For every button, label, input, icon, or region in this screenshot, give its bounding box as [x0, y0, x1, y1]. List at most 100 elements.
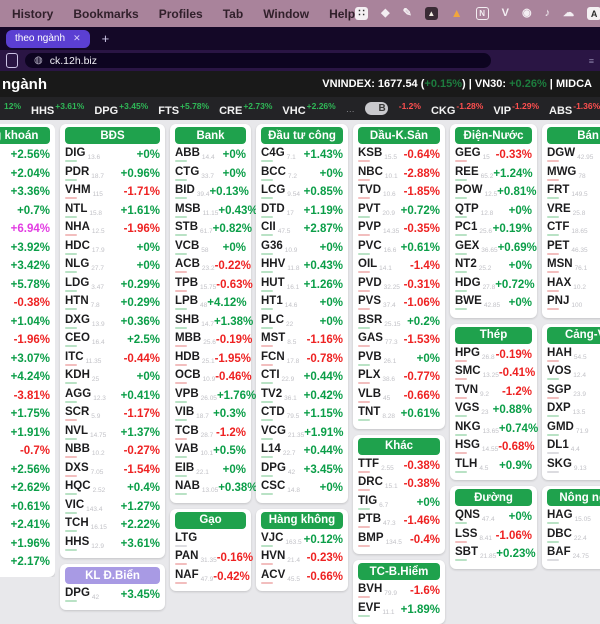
- ticker-row[interactable]: SBT21.85+0.23%: [455, 545, 532, 564]
- menu-item-bookmarks[interactable]: Bookmarks: [73, 7, 138, 21]
- ticker-row[interactable]: DPG42+3.45%: [65, 586, 160, 605]
- ticker-row[interactable]: GEG15-0.33%: [455, 146, 532, 165]
- ticker-row[interactable]: EIB22.1+0%: [175, 461, 246, 480]
- ticker-row[interactable]: ABB14.4+0%: [175, 146, 246, 165]
- ticker-row[interactable]: HHS12.9+3.61%: [65, 535, 160, 554]
- ticker-row[interactable]: NHA12.5-1.96%: [65, 220, 160, 239]
- ticker-row[interactable]: TCH16.15+2.22%: [65, 516, 160, 535]
- ticker-row[interactable]: SCR5.9-1.17%: [65, 405, 160, 424]
- ticker-row[interactable]: G3610.9+0%: [261, 239, 343, 258]
- notes-icon[interactable]: N: [476, 7, 489, 20]
- ticker-row[interactable]: +2.62%: [0, 479, 50, 498]
- ticker-row[interactable]: PVD32.25-0.31%: [358, 276, 440, 295]
- ticker-row[interactable]: LPB48+4.12%: [175, 294, 246, 313]
- ticker-row[interactable]: TPB15.75-0.63%: [175, 276, 246, 295]
- sector-header[interactable]: Đầu tư công: [261, 127, 343, 144]
- ticker-row[interactable]: DXS7.05-1.54%: [65, 461, 160, 480]
- ticker-row[interactable]: NKG13.65+0.74%: [455, 420, 532, 439]
- ticker-row[interactable]: HUT16.1+1.26%: [261, 276, 343, 295]
- ticker-row[interactable]: DPG42+3.45%: [261, 461, 343, 480]
- ticker-row[interactable]: NBB10.2-0.27%: [65, 442, 160, 461]
- ticker-row[interactable]: +2.56%: [0, 146, 50, 165]
- ticker-row[interactable]: SHB14.7+1.38%: [175, 313, 246, 332]
- ticker-row[interactable]: SGP23.9-0: [547, 383, 600, 402]
- ticker-row[interactable]: MSN76.1-0: [547, 257, 600, 276]
- ticker-row[interactable]: DXG13.9+0.36%: [65, 313, 160, 332]
- ticker-row[interactable]: AGG12.3+0.41%: [65, 387, 160, 406]
- ticker-row[interactable]: BID39.4+0.13%: [175, 183, 246, 202]
- tab-theo-nganh[interactable]: theo ngành ✕: [6, 30, 90, 48]
- sector-header[interactable]: Nông nghiệp: [547, 489, 600, 506]
- ticker-strip-item[interactable]: CKG-1.28%: [431, 101, 483, 117]
- ticker-row[interactable]: CTG33.7+0%: [175, 165, 246, 184]
- ticker-row[interactable]: ITC11.35-0.44%: [65, 350, 160, 369]
- ticker-row[interactable]: DBC22.4+0: [547, 527, 600, 546]
- menu-item-history[interactable]: History: [12, 7, 53, 21]
- ticker-row[interactable]: QNS47.4+0%: [455, 508, 532, 527]
- ticker-row[interactable]: +2.41%: [0, 516, 50, 535]
- ticker-row[interactable]: MWG78-0: [547, 165, 600, 184]
- ticker-row[interactable]: BVH79.9-1.6%: [358, 582, 440, 601]
- ticker-row[interactable]: OCB10.9-0.46%: [175, 368, 246, 387]
- ticker-marquee[interactable]: 12%HHS+3.61%DPG+3.45%FTS+5.78%CRE+2.73%V…: [0, 97, 600, 120]
- ticker-row[interactable]: PVS37.4-1.06%: [358, 294, 440, 313]
- ticker-row[interactable]: PTB47.3-1.46%: [358, 512, 440, 531]
- ticker-row[interactable]: TV236.1+0.42%: [261, 387, 343, 406]
- ticker-row[interactable]: +4.24%: [0, 368, 50, 387]
- ticker-row[interactable]: KDH25+0%: [65, 368, 160, 387]
- ticker-row[interactable]: BMP134.5-0.4%: [358, 531, 440, 550]
- sector-header[interactable]: Điện-Nước: [455, 127, 532, 144]
- ticker-row[interactable]: +2.04%: [0, 165, 50, 184]
- input-source-badge[interactable]: AABC: [587, 7, 600, 20]
- grid-icon[interactable]: ∷: [355, 7, 368, 20]
- ticker-row[interactable]: FCN17.8-0.78%: [261, 350, 343, 369]
- ticker-row[interactable]: TIG6.7+0%: [358, 494, 440, 513]
- ticker-strip-item[interactable]: VIP-1.29%: [493, 101, 539, 117]
- sector-header[interactable]: Gạo: [175, 512, 246, 529]
- ticker-row[interactable]: GEX36.65+0.69%: [455, 239, 532, 258]
- ticker-row[interactable]: GMD71.9+0: [547, 420, 600, 439]
- ticker-row[interactable]: PVC16.6+0.61%: [358, 239, 440, 258]
- ticker-row[interactable]: QTP12.8+0%: [455, 202, 532, 221]
- ticker-row[interactable]: -3.81%: [0, 387, 50, 406]
- ticker-row[interactable]: GAS77.3-1.53%: [358, 331, 440, 350]
- ticker-row[interactable]: +6.94%: [0, 220, 50, 239]
- sector-header[interactable]: Bán lẻ: [547, 127, 600, 144]
- cloud-icon[interactable]: ☁: [563, 8, 574, 19]
- ticker-row[interactable]: HDC17.9+0%: [65, 239, 160, 258]
- ticker-strip-item[interactable]: FTS+5.78%: [158, 101, 209, 117]
- ticker-row[interactable]: VCG21.35+1.91%: [261, 424, 343, 443]
- sector-header[interactable]: KL Đ.Biển: [65, 567, 160, 584]
- ticker-row[interactable]: TNT8.28+0.61%: [358, 405, 440, 424]
- sector-header[interactable]: TC-B.Hiểm: [358, 563, 440, 580]
- ticker-row[interactable]: +5.78%: [0, 276, 50, 295]
- ticker-row[interactable]: DTD17+1.19%: [261, 202, 343, 221]
- ticker-row[interactable]: +3.92%: [0, 239, 50, 258]
- ticker-row[interactable]: HHV11.8+0.43%: [261, 257, 343, 276]
- ticker-row[interactable]: DRC15.1-0.38%: [358, 475, 440, 494]
- ticker-row[interactable]: HDB25.1-1.95%: [175, 350, 246, 369]
- menu-item-window[interactable]: Window: [263, 7, 309, 21]
- sidebar-toggle-icon[interactable]: [6, 53, 18, 68]
- ticker-row[interactable]: +0.61%: [0, 498, 50, 517]
- ticker-row[interactable]: LCG9.54+0.85%: [261, 183, 343, 202]
- ticker-row[interactable]: NTL15.8+1.61%: [65, 202, 160, 221]
- ticker-row[interactable]: DXP13.5+0: [547, 401, 600, 420]
- ticker-row[interactable]: HAX10.2-1: [547, 276, 600, 295]
- ticker-row[interactable]: BWE42.85+0%: [455, 294, 532, 313]
- droplet-box-icon[interactable]: ▲: [425, 7, 438, 20]
- new-tab-button[interactable]: +: [102, 31, 110, 46]
- ticker-row[interactable]: VLB45-0.66%: [358, 387, 440, 406]
- ticker-row[interactable]: HAH54.5-2: [547, 346, 600, 365]
- ticker-row[interactable]: KSB15.5-0.64%: [358, 146, 440, 165]
- ticker-row[interactable]: +1.04%: [0, 313, 50, 332]
- ticker-row[interactable]: +1.91%: [0, 424, 50, 443]
- ticker-row[interactable]: VIC143.4+1.27%: [65, 498, 160, 517]
- ticker-row[interactable]: PNJ100-: [547, 294, 600, 313]
- ticker-row[interactable]: VRE25.8+0: [547, 202, 600, 221]
- ticker-row[interactable]: NLG27.7+0%: [65, 257, 160, 276]
- sector-header[interactable]: Hàng không: [261, 512, 343, 529]
- sector-header[interactable]: Bank: [175, 127, 246, 144]
- ticker-row[interactable]: PAN31.35-0.16%: [175, 549, 246, 568]
- ticker-row[interactable]: CTI22.9+0.44%: [261, 368, 343, 387]
